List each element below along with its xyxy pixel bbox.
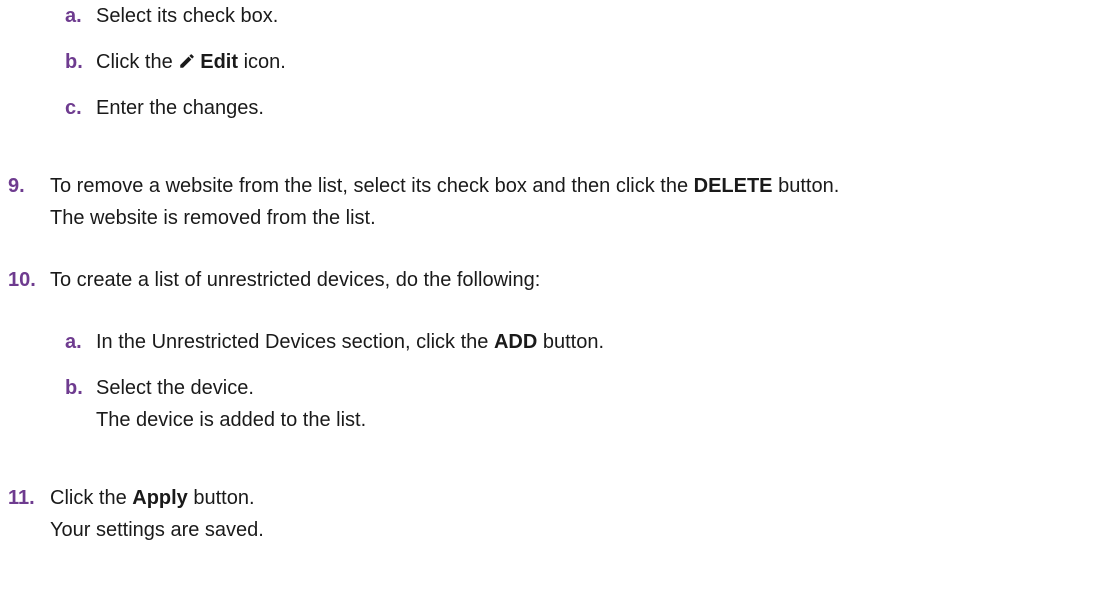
substep-b-select-device: b. Select the device. The device is adde…	[65, 372, 1109, 436]
pencil-icon	[180, 54, 195, 68]
substep-marker: a.	[65, 331, 82, 353]
step-9-remove-website: 9. To remove a website from the list, se…	[8, 170, 1109, 234]
step-text: To remove a website from the list, selec…	[50, 175, 840, 197]
step-text: To create a list of unrestricted devices…	[50, 269, 541, 291]
substep-marker: a.	[65, 5, 82, 27]
edit-label: Edit	[200, 51, 239, 73]
substep-text: Enter the changes.	[96, 97, 264, 119]
step-number: 11.	[8, 487, 35, 509]
add-label: ADD	[493, 331, 538, 353]
step-result: Your settings are saved.	[50, 519, 264, 541]
step-number: 10.	[8, 269, 36, 291]
step-result: The website is removed from the list.	[50, 207, 376, 229]
apply-label: Apply	[132, 487, 188, 509]
substep-b-click-edit: b. Click the Edit icon.	[65, 46, 1109, 78]
substep-c-enter-changes: c. Enter the changes.	[65, 92, 1109, 124]
substep-text: Click the Edit icon.	[96, 51, 286, 73]
substep-result: The device is added to the list.	[96, 409, 367, 431]
step-number: 9.	[8, 175, 25, 197]
substep-a-select-checkbox: a. Select its check box.	[65, 0, 1109, 32]
substep-marker: c.	[65, 97, 82, 119]
substep-text: Select the device.	[96, 377, 254, 399]
step-text: Click the Apply button.	[50, 487, 255, 509]
substep-a-click-add: a. In the Unrestricted Devices section, …	[65, 326, 1109, 358]
delete-label: DELETE	[693, 175, 773, 197]
substep-marker: b.	[65, 51, 83, 73]
substep-text: Select its check box.	[96, 5, 279, 27]
substep-marker: b.	[65, 377, 83, 399]
substep-text: In the Unrestricted Devices section, cli…	[96, 331, 605, 353]
step-11-apply: 11. Click the Apply button. Your setting…	[8, 482, 1109, 546]
step-10-unrestricted-devices: 10. To create a list of unrestricted dev…	[8, 264, 1109, 296]
